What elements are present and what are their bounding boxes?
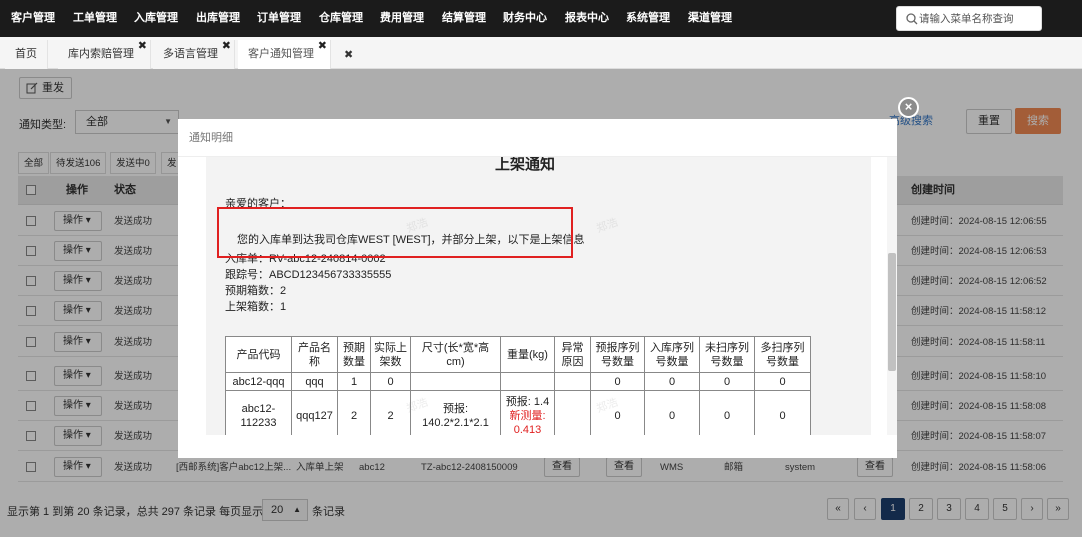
cell-size	[410, 372, 501, 391]
close-icon[interactable]: ✖	[222, 32, 231, 61]
search-icon	[906, 13, 918, 25]
close-icon[interactable]: ✖	[318, 32, 327, 61]
nav-finance[interactable]: 财务中心	[503, 0, 547, 37]
nav-system[interactable]: 系统管理	[626, 0, 670, 37]
tab-claim[interactable]: 库内索赔管理 ✖	[58, 40, 151, 69]
modal-scrollbar[interactable]	[887, 157, 897, 435]
nav-report[interactable]: 报表中心	[565, 0, 609, 37]
modal-scroll-thumb[interactable]	[888, 253, 896, 371]
tab-language[interactable]: 多语言管理 ✖	[153, 40, 235, 69]
notice-detail-modal: 通知明细 上架通知 亲爱的客户： 您的入库单到达我司仓库WEST [WEST]，…	[178, 119, 897, 458]
cell-s3: 0	[699, 390, 755, 435]
cell-name: qqq127	[291, 390, 338, 435]
cell-s3: 0	[699, 372, 755, 391]
nav-channel[interactable]: 渠道管理	[688, 0, 732, 37]
cell-s2: 0	[644, 390, 700, 435]
cell-actual: 2	[370, 390, 411, 435]
cell-name: qqq	[291, 372, 338, 391]
th-reason: 异常原因	[554, 336, 591, 373]
close-icon[interactable]: ✖	[138, 32, 147, 61]
expected-boxes: 预期箱数：2	[225, 285, 287, 297]
weight-measured: 新测量: 0.413	[509, 409, 546, 436]
nav-order[interactable]: 订单管理	[257, 0, 301, 37]
nav-workorder[interactable]: 工单管理	[73, 0, 117, 37]
shelf-table-header: 产品代码 产品名称 预期数量 实际上架数 尺寸(长*宽*高cm) 重量(kg) …	[225, 336, 811, 373]
th-actual: 实际上架数	[370, 336, 411, 373]
th-code: 产品代码	[225, 336, 292, 373]
nav-fee[interactable]: 费用管理	[380, 0, 424, 37]
tab-label: 首页	[15, 48, 37, 60]
modal-content: 上架通知 亲爱的客户： 您的入库单到达我司仓库WEST [WEST]，并部分上架…	[206, 157, 871, 435]
th-unscanned-serial: 未扫序列号数量	[699, 336, 755, 373]
tab-label: 客户通知管理	[248, 48, 314, 60]
shelf-table: 产品代码 产品名称 预期数量 实际上架数 尺寸(长*宽*高cm) 重量(kg) …	[225, 336, 811, 435]
shelf-row: abc12-112233 qqq127 2 2 预报: 140.2*2.1*2.…	[225, 390, 811, 436]
cell-weight	[500, 372, 555, 391]
shelf-row: abc12-qqq qqq 1 0 0 0 0 0	[225, 372, 811, 391]
watermark: 郑浩	[594, 216, 620, 236]
tab-notice[interactable]: 客户通知管理 ✖	[238, 40, 331, 69]
cell-s4: 0	[754, 390, 811, 435]
close-all-tabs-icon[interactable]: ✖	[344, 48, 353, 61]
th-forecast-serial: 预报序列号数量	[590, 336, 645, 373]
shelved-boxes: 上架箱数：1	[225, 301, 287, 313]
cell-s1: 0	[590, 372, 645, 391]
nav-outbound[interactable]: 出库管理	[196, 0, 240, 37]
cell-weight: 预报: 1.4 新测量: 0.413	[500, 390, 555, 436]
menu-search-input[interactable]	[919, 9, 1037, 28]
doc-title: 上架通知	[494, 157, 555, 173]
cell-expected: 1	[337, 372, 371, 391]
cell-expected: 2	[337, 390, 371, 435]
modal-footer	[178, 435, 897, 458]
modal-title: 通知明细	[178, 119, 897, 157]
highlight-box	[217, 207, 573, 258]
th-extra-serial: 多扫序列号数量	[754, 336, 811, 373]
th-inbound-serial: 入库序列号数量	[644, 336, 700, 373]
th-weight: 重量(kg)	[500, 336, 555, 373]
modal-close-icon[interactable]: ×	[898, 97, 919, 118]
th-name: 产品名称	[291, 336, 338, 373]
tracking-number: 跟踪号：ABCD123456733335555	[225, 269, 392, 281]
th-size: 尺寸(长*宽*高cm)	[410, 336, 501, 373]
nav-settlement[interactable]: 结算管理	[442, 0, 486, 37]
top-nav: 客户管理 工单管理 入库管理 出库管理 订单管理 仓库管理 费用管理 结算管理 …	[0, 0, 1082, 37]
cell-code: abc12-qqq	[225, 372, 292, 391]
tab-label: 多语言管理	[163, 48, 218, 60]
cell-actual: 0	[370, 372, 411, 391]
weight-forecast: 预报: 1.4	[505, 395, 550, 408]
tab-home[interactable]: 首页	[5, 40, 48, 69]
cell-s4: 0	[754, 372, 811, 391]
cell-code: abc12-112233	[225, 390, 292, 435]
cell-s2: 0	[644, 372, 700, 391]
cell-reason	[554, 390, 591, 435]
menu-search[interactable]	[896, 6, 1042, 31]
tab-label: 库内索赔管理	[68, 48, 134, 60]
cell-reason	[554, 372, 591, 391]
nav-customer[interactable]: 客户管理	[11, 0, 55, 37]
th-expected: 预期数量	[337, 336, 371, 373]
